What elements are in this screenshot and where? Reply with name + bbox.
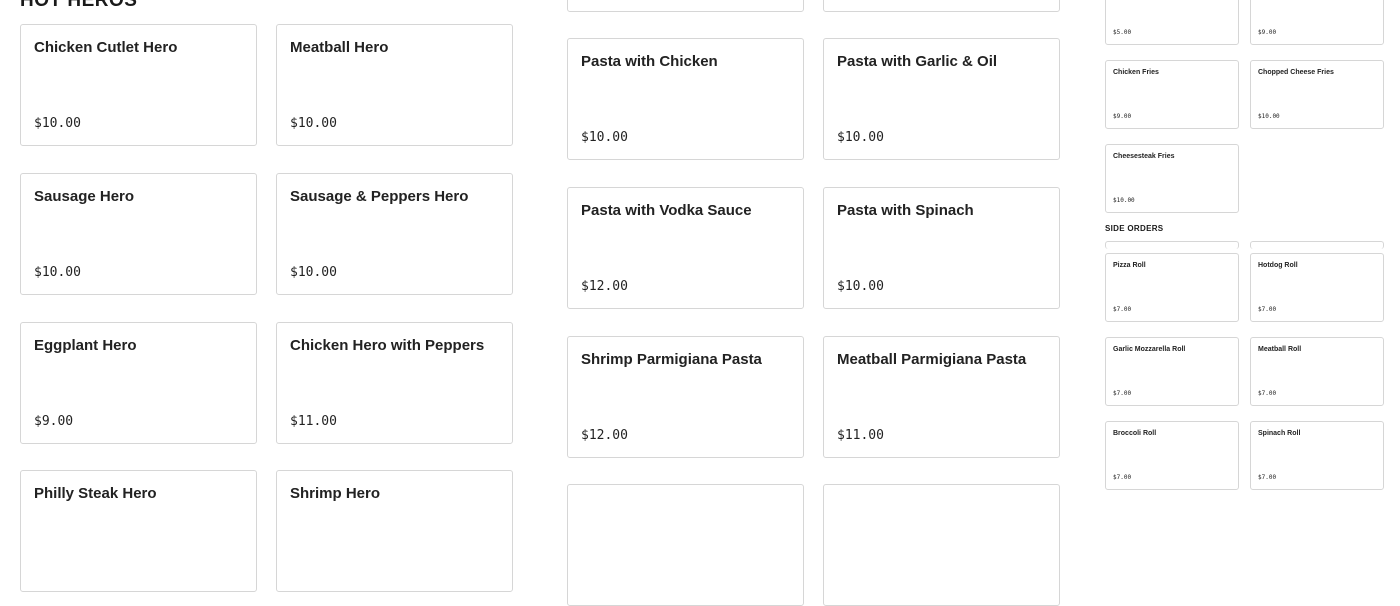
item-name: Pasta with Chicken [581, 53, 718, 70]
item-name: Meatball Parmigiana Pasta [837, 351, 1027, 368]
item-name: Eggplant Hero [34, 337, 137, 354]
item-price: $7.00 [1113, 390, 1132, 397]
item-price: $7.00 [1113, 306, 1132, 313]
item-name: Pasta with Spinach [837, 202, 974, 219]
menu-item-card[interactable]: Garlic Mozzarella Roll $7.00 [1105, 337, 1239, 406]
item-name: Chopped Cheese Fries [1258, 69, 1334, 76]
item-price: $12.00 [581, 428, 628, 443]
menu-item-card[interactable]: Pasta with Garlic & Oil $10.00 [823, 38, 1060, 160]
menu-item-card[interactable]: Pizza Roll $7.00 [1105, 253, 1239, 322]
menu-item-card[interactable]: $9.00 [1250, 0, 1384, 45]
menu-item-card[interactable]: Hotdog Roll $7.00 [1250, 253, 1384, 322]
menu-item-card[interactable]: Pasta with Vodka Sauce $12.00 [567, 187, 804, 309]
menu-item-card[interactable]: Shrimp Hero [276, 470, 513, 592]
item-name: Meatball Roll [1258, 346, 1302, 353]
item-price: $11.00 [290, 414, 337, 429]
item-price: $9.00 [34, 414, 74, 429]
menu-item-card[interactable]: Sausage Hero $10.00 [20, 173, 257, 295]
item-name: Cheesesteak Fries [1113, 153, 1175, 160]
item-price: $9.00 [1113, 113, 1132, 120]
item-name: Garlic Mozzarella Roll [1113, 346, 1186, 353]
item-price: $10.00 [290, 265, 337, 280]
item-name: Sausage & Peppers Hero [290, 188, 469, 205]
item-name: Pasta with Vodka Sauce [581, 202, 752, 219]
menu-item-card[interactable]: Sausage & Peppers Hero $10.00 [276, 173, 513, 295]
item-name: Pasta with Garlic & Oil [837, 53, 998, 70]
item-price: $11.00 [837, 428, 884, 443]
item-price: $7.00 [1258, 390, 1277, 397]
menu-item-card[interactable]: Chopped Cheese Fries $10.00 [1250, 60, 1384, 129]
menu-item-card[interactable]: Cheesesteak Fries $10.00 [1105, 144, 1239, 213]
menu-item-card[interactable]: Shrimp Parmigiana Pasta $12.00 [567, 336, 804, 458]
item-name: Chicken Fries [1113, 69, 1159, 76]
item-price: $10.00 [34, 116, 81, 131]
item-price: $12.00 [581, 279, 628, 294]
item-name: Pizza Roll [1113, 262, 1146, 269]
item-name: Philly Steak Hero [34, 485, 157, 502]
menu-item-card[interactable]: Chicken Hero with Peppers $11.00 [276, 322, 513, 444]
item-name: Shrimp Hero [290, 485, 381, 502]
item-price: $10.00 [1113, 197, 1135, 204]
item-name: Sausage Hero [34, 188, 135, 205]
menu-item-card[interactable]: Pasta with Spinach $10.00 [823, 187, 1060, 309]
item-name: Hotdog Roll [1258, 262, 1298, 269]
item-price: $7.00 [1113, 474, 1132, 481]
item-price: $10.00 [837, 130, 884, 145]
item-name: Meatball Hero [290, 39, 389, 56]
menu-item-card[interactable]: Philly Steak Hero [20, 470, 257, 592]
item-name: Chicken Cutlet Hero [34, 39, 178, 56]
menu-item-card[interactable] [567, 484, 804, 606]
card-edge [1250, 241, 1384, 249]
menu-item-card[interactable]: Pasta with Chicken $10.00 [567, 38, 804, 160]
menu-item-card[interactable]: Spinach Roll $7.00 [1250, 421, 1384, 490]
item-price: $5.00 [1113, 29, 1132, 36]
item-name: Spinach Roll [1258, 430, 1301, 437]
menu-item-card[interactable] [567, 0, 804, 12]
item-price: $9.00 [1258, 29, 1277, 36]
item-price: $10.00 [34, 265, 81, 280]
item-name: Chicken Hero with Peppers [290, 337, 485, 354]
menu-item-card[interactable]: Meatball Roll $7.00 [1250, 337, 1384, 406]
item-price: $10.00 [1258, 113, 1280, 120]
menu-item-card[interactable]: Chicken Cutlet Hero $10.00 [20, 24, 257, 146]
item-price: $10.00 [290, 116, 337, 131]
menu-item-card[interactable]: $5.00 [1105, 0, 1239, 45]
menu-item-card[interactable]: Broccoli Roll $7.00 [1105, 421, 1239, 490]
menu-item-card[interactable]: Eggplant Hero $9.00 [20, 322, 257, 444]
section-title-side-orders: SIDE ORDERS [1105, 224, 1164, 233]
card-edge [1105, 241, 1239, 249]
item-name: Shrimp Parmigiana Pasta [581, 351, 762, 368]
menu-item-card[interactable] [823, 484, 1060, 606]
item-price: $10.00 [837, 279, 884, 294]
item-name: Broccoli Roll [1113, 430, 1157, 437]
menu-item-card[interactable] [823, 0, 1060, 12]
menu-item-card[interactable]: Meatball Hero $10.00 [276, 24, 513, 146]
item-price: $7.00 [1258, 306, 1277, 313]
item-price: $7.00 [1258, 474, 1277, 481]
section-title-hot-heros: HOT HEROS [20, 0, 138, 11]
menu-item-card[interactable]: Chicken Fries $9.00 [1105, 60, 1239, 129]
menu-item-card[interactable]: Meatball Parmigiana Pasta $11.00 [823, 336, 1060, 458]
item-price: $10.00 [581, 130, 628, 145]
